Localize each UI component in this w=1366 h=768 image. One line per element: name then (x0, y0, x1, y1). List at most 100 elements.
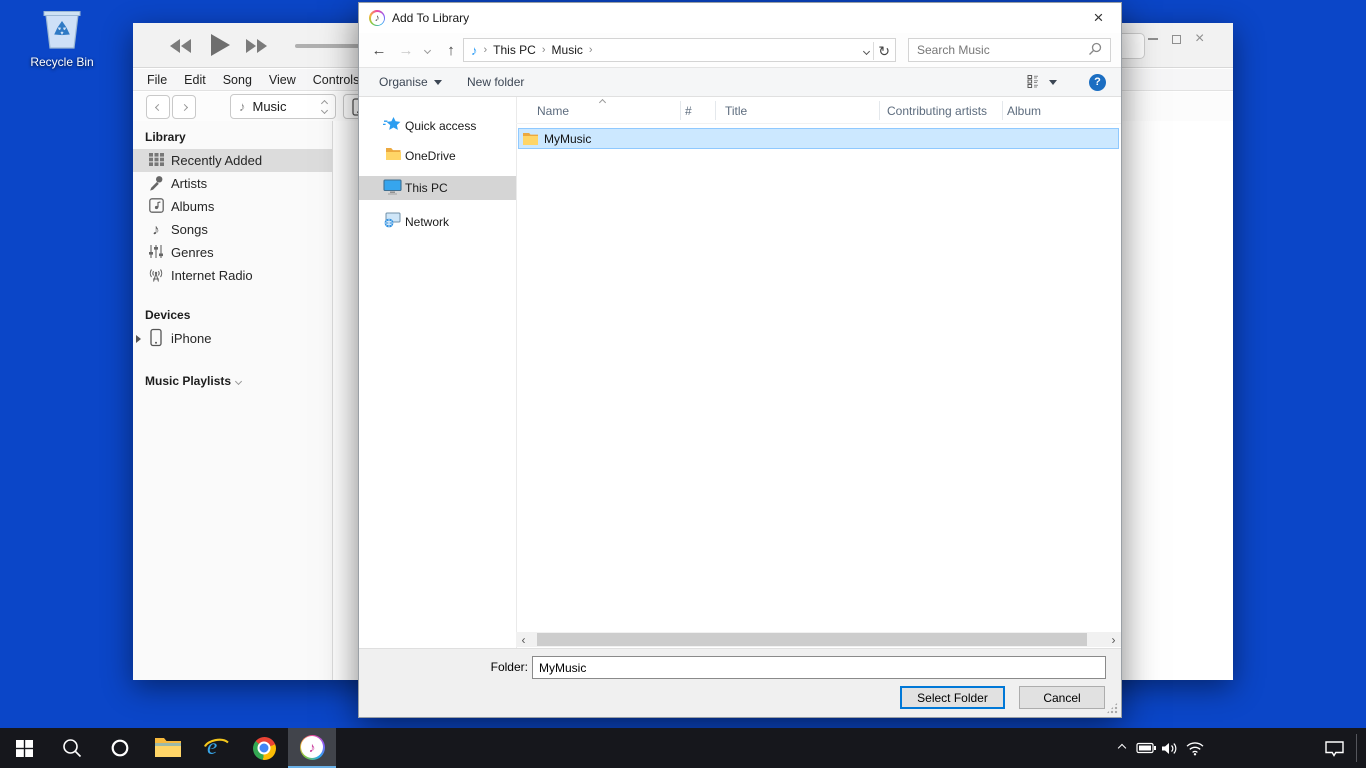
faders-icon (147, 244, 165, 262)
music-playlists-header[interactable]: Music Playlists (133, 365, 332, 393)
file-row-mymusic[interactable]: MyMusic (518, 128, 1119, 149)
album-icon (147, 198, 165, 216)
nav-item-network[interactable]: Network (359, 210, 516, 233)
chrome-button[interactable] (240, 728, 288, 768)
itunes-forward-button[interactable] (172, 95, 196, 119)
search-icon (1088, 42, 1102, 59)
taskbar-search-button[interactable] (48, 728, 96, 768)
nav-item-this-pc[interactable]: This PC (359, 176, 516, 200)
search-box[interactable] (908, 38, 1111, 62)
onedrive-folder-icon (383, 148, 401, 163)
organise-button[interactable]: Organise (379, 68, 442, 96)
tray-expand-button[interactable] (1110, 728, 1134, 768)
nav-item-onedrive[interactable]: OneDrive (359, 144, 516, 167)
itunes-dialog-icon: ♪ (369, 10, 385, 26)
horizontal-scrollbar[interactable]: ‹ › (516, 632, 1121, 647)
column-name[interactable]: Name (537, 104, 569, 118)
new-folder-button[interactable]: New folder (467, 68, 524, 96)
sidebar-item-iphone[interactable]: iPhone (133, 327, 332, 350)
sidebar-item-artists[interactable]: Artists (133, 172, 332, 195)
sidebar-item-recently-added[interactable]: Recently Added (133, 149, 332, 172)
view-mode-button[interactable] (1027, 68, 1057, 96)
back-icon[interactable]: ← (367, 38, 391, 62)
internet-explorer-button[interactable]: e (192, 728, 240, 768)
library-picker-value: Music (253, 99, 287, 114)
column-title[interactable]: Title (725, 104, 747, 118)
file-list: Name # Title Contributing artists Album … (516, 97, 1121, 648)
dialog-address-row: ← → ↑ ♪ › This PC › Music › ↻ (359, 33, 1121, 67)
menu-song[interactable]: Song (223, 73, 252, 87)
next-track-icon[interactable] (246, 39, 268, 56)
recycle-bin-icon (39, 39, 85, 53)
folder-name-input[interactable] (532, 656, 1106, 679)
library-picker[interactable]: ♪ Music (230, 94, 336, 119)
help-button[interactable]: ? (1089, 68, 1106, 96)
nav-item-quick-access[interactable]: Quick access (359, 114, 516, 137)
close-icon[interactable]: × (1195, 31, 1204, 47)
volume-tray-button[interactable] (1158, 728, 1182, 768)
action-center-button[interactable] (1320, 728, 1348, 768)
dialog-nav-pane: Quick access OneDrive This PC Netwo (359, 97, 516, 648)
menu-controls[interactable]: Controls (313, 73, 360, 87)
maximize-icon[interactable] (1172, 35, 1181, 44)
music-note-icon: ♪ (239, 99, 246, 114)
column-number[interactable]: # (685, 104, 692, 118)
breadcrumb-music[interactable]: Music (552, 43, 583, 57)
sidebar-item-label: Internet Radio (171, 268, 253, 283)
sidebar-item-label: Genres (171, 245, 214, 260)
cancel-button[interactable]: Cancel (1019, 686, 1105, 709)
internet-explorer-icon: e (203, 734, 230, 762)
scroll-left-icon[interactable]: ‹ (516, 632, 531, 647)
menu-file[interactable]: File (147, 73, 167, 87)
itunes-taskbar-button[interactable]: ♪ (288, 728, 336, 768)
microphone-icon (147, 174, 165, 193)
resize-grip[interactable] (1106, 702, 1118, 714)
sidebar-item-label: Songs (171, 222, 208, 237)
disclosure-icon[interactable] (136, 335, 141, 343)
scroll-right-icon[interactable]: › (1106, 632, 1121, 647)
close-icon[interactable]: × (1076, 3, 1121, 32)
itunes-back-button[interactable] (146, 95, 170, 119)
dialog-main: Quick access OneDrive This PC Netwo (359, 97, 1121, 648)
wifi-tray-button[interactable] (1182, 728, 1208, 768)
dialog-command-bar: Organise New folder ? (359, 67, 1121, 97)
music-note-icon: ♪ (471, 43, 478, 58)
menu-view[interactable]: View (269, 73, 296, 87)
battery-tray-button[interactable] (1134, 728, 1158, 768)
details-view-icon (1027, 74, 1043, 91)
music-note-icon: ♪ (147, 221, 165, 238)
file-explorer-button[interactable] (144, 728, 192, 768)
address-dropdown-icon[interactable] (863, 47, 870, 54)
crumb-separator-icon: › (484, 44, 488, 56)
forward-icon[interactable]: → (394, 38, 418, 62)
refresh-icon[interactable]: ↻ (878, 43, 894, 60)
select-folder-button[interactable]: Select Folder (900, 686, 1005, 709)
breadcrumb-this-pc[interactable]: This PC (493, 43, 536, 57)
crumb-separator-icon: › (542, 44, 546, 56)
sidebar-item-albums[interactable]: Albums (133, 195, 332, 218)
sidebar-item-songs[interactable]: ♪ Songs (133, 218, 332, 241)
taskbar: e ♪ (0, 728, 1366, 768)
menu-edit[interactable]: Edit (184, 73, 206, 87)
column-contributing-artists[interactable]: Contributing artists (887, 104, 987, 118)
search-input[interactable] (917, 43, 1088, 57)
recent-locations-chevron-icon[interactable] (419, 38, 435, 62)
desktop: Recycle Bin × File Edit Song (0, 0, 1366, 768)
folder-icon (523, 133, 538, 145)
quick-access-star-icon (383, 116, 401, 135)
svg-text:e: e (207, 734, 217, 759)
up-icon[interactable]: ↑ (439, 38, 463, 62)
scrollbar-thumb[interactable] (537, 633, 1087, 646)
address-bar[interactable]: ♪ › This PC › Music › ↻ (463, 38, 896, 62)
cortana-button[interactable] (96, 728, 144, 768)
minimize-icon[interactable] (1148, 38, 1158, 40)
show-desktop-button[interactable] (1356, 734, 1357, 762)
sidebar-item-internet-radio[interactable]: Internet Radio (133, 264, 332, 287)
start-button[interactable] (0, 728, 48, 768)
play-icon[interactable] (211, 34, 230, 59)
column-album[interactable]: Album (1007, 104, 1041, 118)
previous-track-icon[interactable] (170, 39, 192, 56)
itunes-icon: ♪ (300, 735, 325, 760)
sidebar-item-genres[interactable]: Genres (133, 241, 332, 264)
recycle-bin[interactable]: Recycle Bin (20, 6, 104, 69)
